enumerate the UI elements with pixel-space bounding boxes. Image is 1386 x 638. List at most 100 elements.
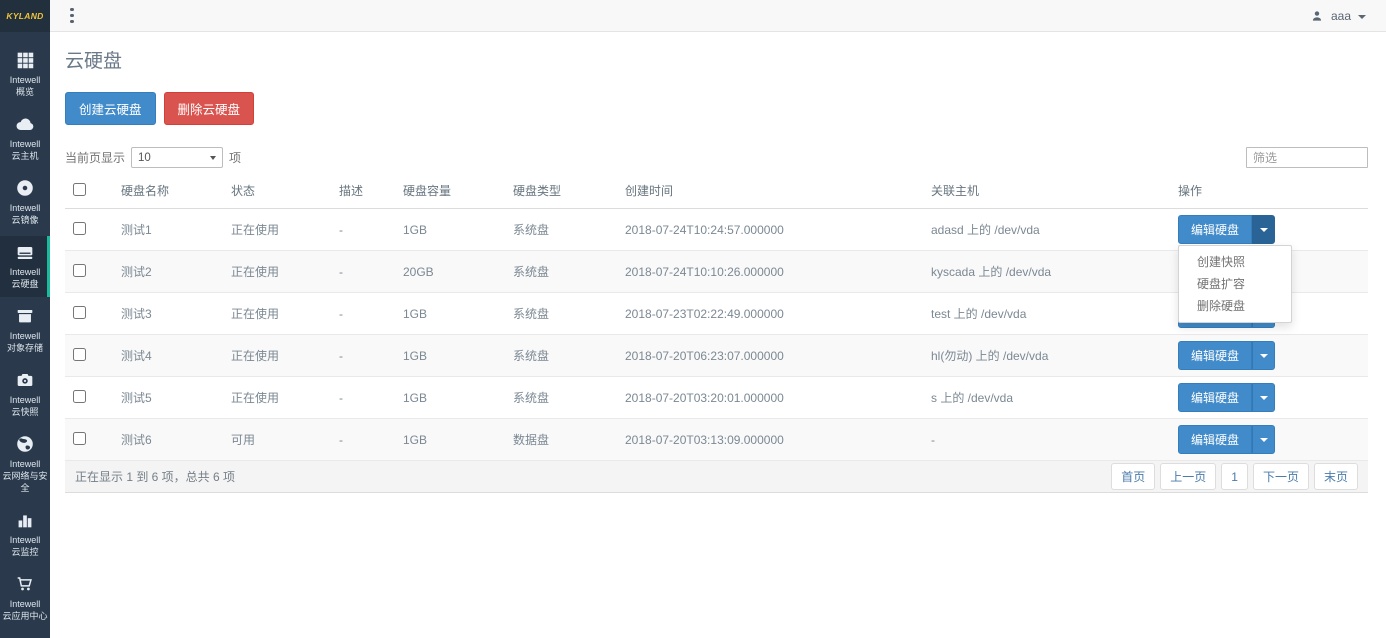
cell-status: 可用	[223, 419, 331, 461]
row-checkbox[interactable]	[73, 222, 86, 235]
sidebar-item-label: 对象存储	[7, 342, 43, 354]
sidebar-item-cloud-image[interactable]: Intewell 云镜像	[0, 172, 50, 233]
cell-created: 2018-07-24T10:10:26.000000	[617, 251, 923, 293]
edit-disk-button[interactable]: 编辑硬盘	[1178, 215, 1252, 244]
edit-disk-dropdown-toggle[interactable]	[1252, 215, 1275, 244]
page-size-select[interactable]: 10	[131, 147, 223, 168]
column-header-status: 状态	[223, 174, 331, 209]
cell-type: 系统盘	[505, 335, 617, 377]
row-actions: 编辑硬盘	[1178, 341, 1275, 370]
user-menu[interactable]: aaa	[1310, 9, 1366, 23]
sidebar-nav: Intewell 概览 Intewell 云主机 Intewell 云镜像 In…	[0, 32, 50, 638]
edit-disk-button[interactable]: 编辑硬盘	[1178, 425, 1252, 454]
sidebar-item-cloud-monitor[interactable]: Intewell 云监控	[0, 504, 50, 565]
caret-down-icon	[1260, 396, 1268, 400]
cell-description: -	[331, 335, 395, 377]
cell-type: 系统盘	[505, 251, 617, 293]
row-checkbox[interactable]	[73, 390, 86, 403]
page-button[interactable]: 上一页	[1160, 463, 1216, 490]
page-button[interactable]: 末页	[1314, 463, 1358, 490]
select-caret-icon	[210, 156, 216, 160]
sidebar-item-cloud-app-center[interactable]: Intewell 云应用中心	[0, 568, 50, 629]
sidebar-item-overview[interactable]: Intewell 概览	[0, 44, 50, 105]
cell-created: 2018-07-20T03:20:01.000000	[617, 377, 923, 419]
cell-host: -	[923, 419, 1170, 461]
brand-logo[interactable]: KYLAND	[0, 0, 50, 32]
edit-disk-button[interactable]: 编辑硬盘	[1178, 341, 1252, 370]
cell-capacity: 1GB	[395, 377, 505, 419]
dropdown-item[interactable]: 删除硬盘	[1179, 295, 1291, 317]
sidebar-item-object-storage[interactable]: Intewell 对象存储	[0, 300, 50, 361]
dropdown-item[interactable]: 创建快照	[1179, 251, 1291, 273]
sidebar-item-label: 云网络与安全	[2, 470, 48, 494]
cell-volume-name: 测试4	[113, 335, 223, 377]
delete-volume-button[interactable]: 删除云硬盘	[164, 92, 255, 125]
cell-status: 正在使用	[223, 251, 331, 293]
toolbar: 创建云硬盘 删除云硬盘	[65, 92, 1368, 125]
column-header-host: 关联主机	[923, 174, 1170, 209]
edit-disk-dropdown-toggle[interactable]	[1252, 341, 1275, 370]
table-row: 测试4 正在使用 - 1GB 系统盘 2018-07-20T06:23:07.0…	[65, 335, 1368, 377]
cell-capacity: 1GB	[395, 419, 505, 461]
username: aaa	[1331, 9, 1351, 23]
row-checkbox[interactable]	[73, 348, 86, 361]
sidebar-item-cloud-disk[interactable]: Intewell 云硬盘	[0, 236, 50, 297]
cell-created: 2018-07-24T10:24:57.000000	[617, 209, 923, 251]
column-header-description: 描述	[331, 174, 395, 209]
edit-disk-button[interactable]: 编辑硬盘	[1178, 383, 1252, 412]
cell-volume-name: 测试2	[113, 251, 223, 293]
create-volume-button[interactable]: 创建云硬盘	[65, 92, 156, 125]
cell-status: 正在使用	[223, 209, 331, 251]
page-size-prefix-label: 当前页显示	[65, 149, 125, 166]
cart-icon	[14, 573, 36, 595]
row-actions: 编辑硬盘	[1178, 383, 1275, 412]
kebab-menu-icon[interactable]	[67, 5, 77, 27]
sidebar: KYLAND Intewell 概览 Intewell 云主机 Intewell…	[0, 0, 50, 638]
sidebar-item-label: Intewell	[10, 202, 41, 214]
sidebar-item-label: 云应用中心	[2, 610, 47, 622]
column-header-actions: 操作	[1170, 174, 1368, 209]
dropdown-item[interactable]: 硬盘扩容	[1179, 273, 1291, 295]
cell-created: 2018-07-20T06:23:07.000000	[617, 335, 923, 377]
column-header-name: 硬盘名称	[113, 174, 223, 209]
row-count-summary: 正在显示 1 到 6 项，总共 6 项	[75, 468, 235, 485]
grid-icon	[14, 49, 36, 71]
page-button[interactable]: 首页	[1111, 463, 1155, 490]
cell-host: s 上的 /dev/vda	[923, 377, 1170, 419]
sidebar-item-label: Intewell	[10, 394, 41, 406]
sidebar-item-cloud-snapshot[interactable]: Intewell 云快照	[0, 364, 50, 425]
page-size-value: 10	[138, 152, 151, 164]
globe-icon	[14, 433, 36, 455]
cell-status: 正在使用	[223, 293, 331, 335]
pagination: 首页 上一页 1 下一页 末页	[1111, 463, 1358, 490]
sidebar-item-label: 云硬盘	[11, 278, 38, 290]
cell-volume-name: 测试1	[113, 209, 223, 251]
select-all-checkbox[interactable]	[73, 183, 86, 196]
edit-disk-dropdown-menu: 创建快照 硬盘扩容 删除硬盘	[1178, 245, 1292, 323]
sidebar-item-label: 概览	[16, 86, 34, 98]
row-checkbox[interactable]	[73, 264, 86, 277]
user-icon	[1310, 9, 1324, 23]
page-size-control: 当前页显示 10 项	[65, 147, 241, 168]
edit-disk-dropdown-toggle[interactable]	[1252, 383, 1275, 412]
brand-logo-text: KYLAND	[6, 11, 43, 21]
edit-disk-dropdown-toggle[interactable]	[1252, 425, 1275, 454]
cell-description: -	[331, 419, 395, 461]
page-button[interactable]: 1	[1221, 463, 1248, 490]
caret-down-icon	[1260, 438, 1268, 442]
cell-type: 系统盘	[505, 209, 617, 251]
row-checkbox[interactable]	[73, 432, 86, 445]
row-checkbox[interactable]	[73, 306, 86, 319]
row-actions: 编辑硬盘	[1178, 425, 1275, 454]
cell-description: -	[331, 377, 395, 419]
sidebar-item-cloud-network-security[interactable]: Intewell 云网络与安全	[0, 428, 50, 501]
sidebar-item-cloud-host[interactable]: Intewell 云主机	[0, 108, 50, 169]
cell-host: adasd 上的 /dev/vda	[923, 209, 1170, 251]
chevron-down-icon	[1358, 15, 1366, 19]
filter-input[interactable]	[1246, 147, 1368, 168]
archive-box-icon	[14, 305, 36, 327]
cell-capacity: 1GB	[395, 335, 505, 377]
page-button[interactable]: 下一页	[1253, 463, 1309, 490]
cell-created: 2018-07-23T02:22:49.000000	[617, 293, 923, 335]
topbar: aaa	[50, 0, 1386, 32]
